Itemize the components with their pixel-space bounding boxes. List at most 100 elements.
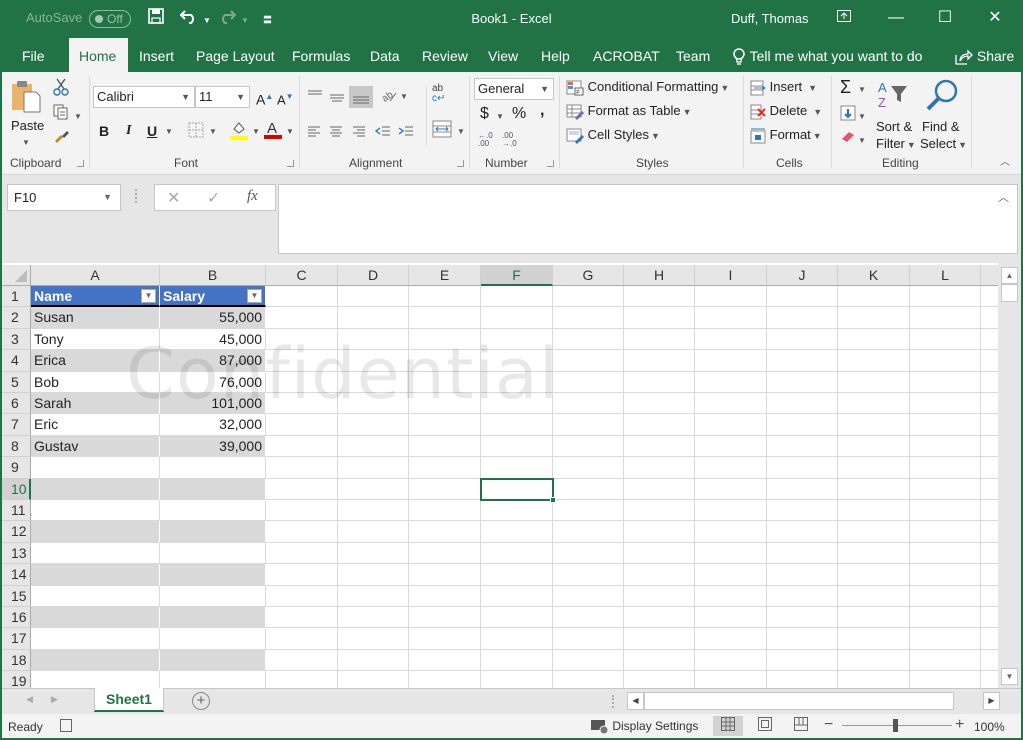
cell-c11[interactable]	[266, 500, 338, 522]
tab-help[interactable]: Help	[531, 38, 580, 72]
cell-b4[interactable]: 87,000	[160, 350, 266, 372]
cell-d8[interactable]	[338, 435, 409, 458]
cell-e2[interactable]	[409, 307, 481, 329]
cell-d7[interactable]	[338, 414, 409, 436]
cell-b3[interactable]: 45,000	[160, 328, 266, 351]
spreadsheet-grid[interactable]: A B C D E F G H I J K L 1 Name ▼ Salary ▼ 2 Susan 55,000 3 To…	[2, 263, 998, 688]
cell-e14[interactable]	[409, 564, 481, 586]
zoom-out-button[interactable]: −	[824, 716, 833, 734]
column-header-l[interactable]: L	[910, 265, 981, 286]
cell-c7[interactable]	[266, 414, 338, 436]
cell-d1[interactable]	[338, 286, 409, 308]
cell-l9[interactable]	[910, 457, 981, 479]
cell-d3[interactable]	[338, 328, 409, 351]
cell-c18[interactable]	[266, 649, 338, 672]
cell-h12[interactable]	[624, 521, 695, 543]
cell-j12[interactable]	[767, 521, 838, 543]
cell-d13[interactable]	[338, 542, 409, 565]
cell-k16[interactable]	[838, 607, 910, 629]
cell-m14[interactable]	[981, 564, 998, 586]
cell-a14[interactable]	[31, 564, 160, 586]
column-header-j[interactable]: J	[767, 265, 838, 286]
next-sheet-icon[interactable]: ▶	[51, 694, 58, 705]
cell-b5[interactable]: 76,000	[160, 371, 266, 393]
cell-m5[interactable]	[981, 372, 998, 393]
cell-i2[interactable]	[695, 307, 767, 329]
cell-b16[interactable]	[160, 607, 266, 629]
cell-i14[interactable]	[695, 564, 767, 586]
user-name[interactable]: Duff, Thomas	[731, 11, 809, 26]
column-header-b[interactable]: B	[160, 265, 266, 286]
cell-g19[interactable]	[553, 671, 624, 688]
font-name-select[interactable]: Calibri ▼	[93, 86, 195, 108]
cell-f18[interactable]	[481, 649, 553, 672]
scroll-left-icon[interactable]: ◀	[627, 692, 644, 710]
row-header-13[interactable]: 13	[2, 542, 31, 565]
cell-b10[interactable]	[160, 478, 266, 500]
cell-d5[interactable]	[338, 371, 409, 393]
cell-k9[interactable]	[838, 457, 910, 479]
cell-i3[interactable]	[695, 328, 767, 351]
column-header-h[interactable]: H	[624, 265, 695, 286]
cell-a13[interactable]	[31, 542, 160, 565]
cell-i17[interactable]	[695, 628, 767, 650]
scroll-right-icon[interactable]: ▶	[983, 692, 1000, 710]
cell-h15[interactable]	[624, 585, 695, 607]
cell-m13[interactable]	[981, 543, 998, 565]
paste-label[interactable]: Paste	[11, 117, 44, 135]
format-cells-button[interactable]: Format ▼	[750, 126, 822, 145]
fill-color-button[interactable]	[230, 120, 248, 145]
cell-c3[interactable]	[266, 328, 338, 351]
cell-k8[interactable]	[838, 435, 910, 458]
cell-g8[interactable]	[553, 435, 624, 458]
cell-a1[interactable]: Name ▼	[31, 286, 160, 308]
cell-j17[interactable]	[767, 628, 838, 650]
cell-l3[interactable]	[910, 328, 981, 351]
cell-g15[interactable]	[553, 585, 624, 607]
cell-k2[interactable]	[838, 307, 910, 329]
row-header-6[interactable]: 6	[2, 393, 31, 415]
cell-f8[interactable]	[481, 435, 553, 458]
cell-d10[interactable]	[338, 478, 409, 500]
cell-k3[interactable]	[838, 328, 910, 351]
font-color-button[interactable]: A	[264, 119, 282, 144]
sort-filter-label-1[interactable]: Sort &	[876, 118, 912, 136]
horizontal-scroll-thumb[interactable]	[644, 692, 954, 710]
cell-h3[interactable]	[624, 328, 695, 351]
cell-e7[interactable]	[409, 414, 481, 436]
cell-i15[interactable]	[695, 585, 767, 607]
delete-cells-button[interactable]: Delete ▼	[750, 102, 822, 121]
filter-dropdown-icon[interactable]: ▼	[141, 289, 156, 303]
cell-c13[interactable]	[266, 542, 338, 565]
clear-button[interactable]	[840, 129, 856, 148]
cell-l7[interactable]	[910, 414, 981, 436]
cell-i8[interactable]	[695, 435, 767, 458]
font-size-select[interactable]: 11 ▼	[195, 86, 250, 108]
add-sheet-button[interactable]: +	[192, 692, 210, 710]
column-header-f[interactable]: F	[481, 265, 553, 286]
cell-m15[interactable]	[981, 586, 998, 607]
cell-m4[interactable]	[981, 350, 998, 372]
cell-b15[interactable]	[160, 585, 266, 607]
insert-cells-button[interactable]: Insert ▼	[750, 78, 817, 97]
cell-a19[interactable]	[31, 671, 160, 688]
cell-b7[interactable]: 32,000	[160, 414, 266, 436]
row-header-10[interactable]: 10	[2, 478, 31, 500]
cell-f14[interactable]	[481, 564, 553, 586]
middle-align-icon[interactable]	[329, 90, 345, 108]
cell-h2[interactable]	[624, 307, 695, 329]
cell-k12[interactable]	[838, 521, 910, 543]
cell-i10[interactable]	[695, 478, 767, 500]
cell-k14[interactable]	[838, 564, 910, 586]
currency-dropdown-icon[interactable]: ▼	[496, 108, 504, 126]
cell-c16[interactable]	[266, 607, 338, 629]
cell-a11[interactable]	[31, 500, 160, 522]
cell-j2[interactable]	[767, 307, 838, 329]
column-header-k[interactable]: K	[838, 265, 910, 286]
format-as-table-button[interactable]: Format as Table ▼	[566, 102, 692, 121]
cell-d11[interactable]	[338, 500, 409, 522]
cell-h14[interactable]	[624, 564, 695, 586]
row-header-4[interactable]: 4	[2, 350, 31, 372]
cell-f9[interactable]	[481, 457, 553, 479]
cell-f11[interactable]	[481, 500, 553, 522]
